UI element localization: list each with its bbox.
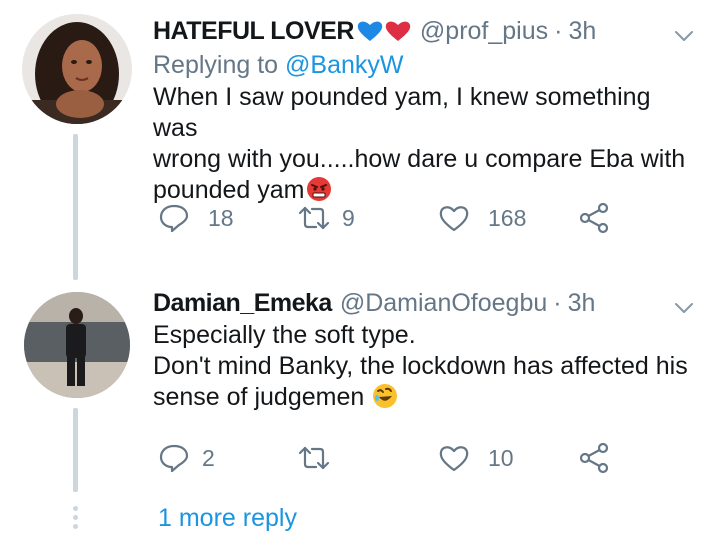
blue-heart-icon — [357, 21, 383, 41]
share-icon — [579, 202, 609, 234]
timestamp[interactable]: 3h — [568, 17, 596, 46]
retweet-icon — [298, 446, 330, 470]
retweet-button[interactable]: 9 — [298, 198, 355, 238]
replying-to: Replying to @BankyW — [153, 48, 700, 82]
handle[interactable]: @DamianOfoegbu — [340, 289, 547, 318]
tweet-text-line: sense of judgemen — [153, 382, 700, 413]
tweet-text-line: When I saw pounded yam, I knew something… — [153, 83, 651, 142]
red-heart-icon — [385, 21, 411, 41]
replying-prefix: Replying to — [153, 51, 279, 79]
share-button[interactable] — [578, 438, 610, 478]
retweet-icon — [298, 206, 330, 230]
tweet-content: HATEFUL LOVER @prof_pius · 3h Replying t… — [153, 14, 700, 206]
tweet-content: Damian_Emeka @DamianOfoegbu · 3h Especia… — [153, 286, 700, 413]
display-name[interactable]: Damian_Emeka — [153, 289, 332, 318]
avatar[interactable] — [22, 14, 132, 124]
reply-icon — [159, 444, 189, 473]
tweet-text: Especially the soft type. Don't mind Ban… — [153, 320, 700, 413]
timestamp[interactable]: 3h — [568, 289, 596, 318]
reply-icon — [159, 204, 189, 233]
avatar-photo — [22, 14, 132, 124]
retweet-count: 9 — [342, 204, 355, 231]
tweet-text-line: wrong with you.....how dare u compare Eb… — [153, 145, 686, 173]
dot — [73, 515, 78, 520]
tweet-actions: 2 10 — [0, 438, 720, 478]
tweet-text: When I saw pounded yam, I knew something… — [153, 82, 700, 206]
thread-continuation-dots — [73, 506, 79, 533]
tweet-hateful-lover[interactable]: HATEFUL LOVER @prof_pius · 3h Replying t… — [0, 0, 720, 282]
separator-dot: · — [554, 16, 563, 45]
tweet-text-line: Especially the soft type. — [153, 321, 416, 349]
tweet-header: Damian_Emeka @DamianOfoegbu · 3h — [153, 286, 700, 320]
tweet-text-line: Don't mind Banky, the lockdown has affec… — [153, 352, 688, 380]
replying-mention[interactable]: @BankyW — [285, 51, 403, 79]
like-button[interactable]: 168 — [438, 198, 526, 238]
like-count: 10 — [488, 444, 514, 471]
separator-dot: · — [553, 288, 562, 317]
name-emojis — [356, 19, 412, 43]
like-button[interactable]: 10 — [438, 438, 514, 478]
heart-icon — [439, 446, 469, 472]
heart-icon — [439, 206, 469, 232]
share-icon — [579, 442, 609, 474]
reply-count: 2 — [202, 444, 215, 471]
handle[interactable]: @prof_pius — [420, 17, 548, 46]
avatar[interactable] — [24, 292, 130, 398]
dot — [73, 506, 78, 511]
rolling-laughing-icon — [373, 384, 398, 408]
share-button[interactable] — [578, 198, 610, 238]
reply-button[interactable]: 18 — [158, 198, 234, 238]
display-name[interactable]: HATEFUL LOVER — [153, 17, 354, 46]
like-count: 168 — [488, 204, 527, 231]
reply-button[interactable]: 2 — [158, 438, 215, 478]
dot — [73, 524, 78, 529]
tweet-header: HATEFUL LOVER @prof_pius · 3h — [153, 14, 700, 48]
more-replies-link[interactable]: 1 more reply — [158, 504, 297, 533]
tweet-damian-emeka[interactable]: Damian_Emeka @DamianOfoegbu · 3h Especia… — [0, 282, 720, 492]
avatar-photo — [24, 292, 130, 398]
reply-count: 18 — [208, 204, 234, 231]
chevron-down-icon[interactable] — [672, 296, 696, 320]
tweet-actions: 18 9 168 — [0, 198, 720, 238]
chevron-down-icon[interactable] — [672, 24, 696, 48]
retweet-button[interactable] — [298, 438, 348, 478]
tweet-text-line-last: sense of judgemen — [153, 383, 365, 411]
